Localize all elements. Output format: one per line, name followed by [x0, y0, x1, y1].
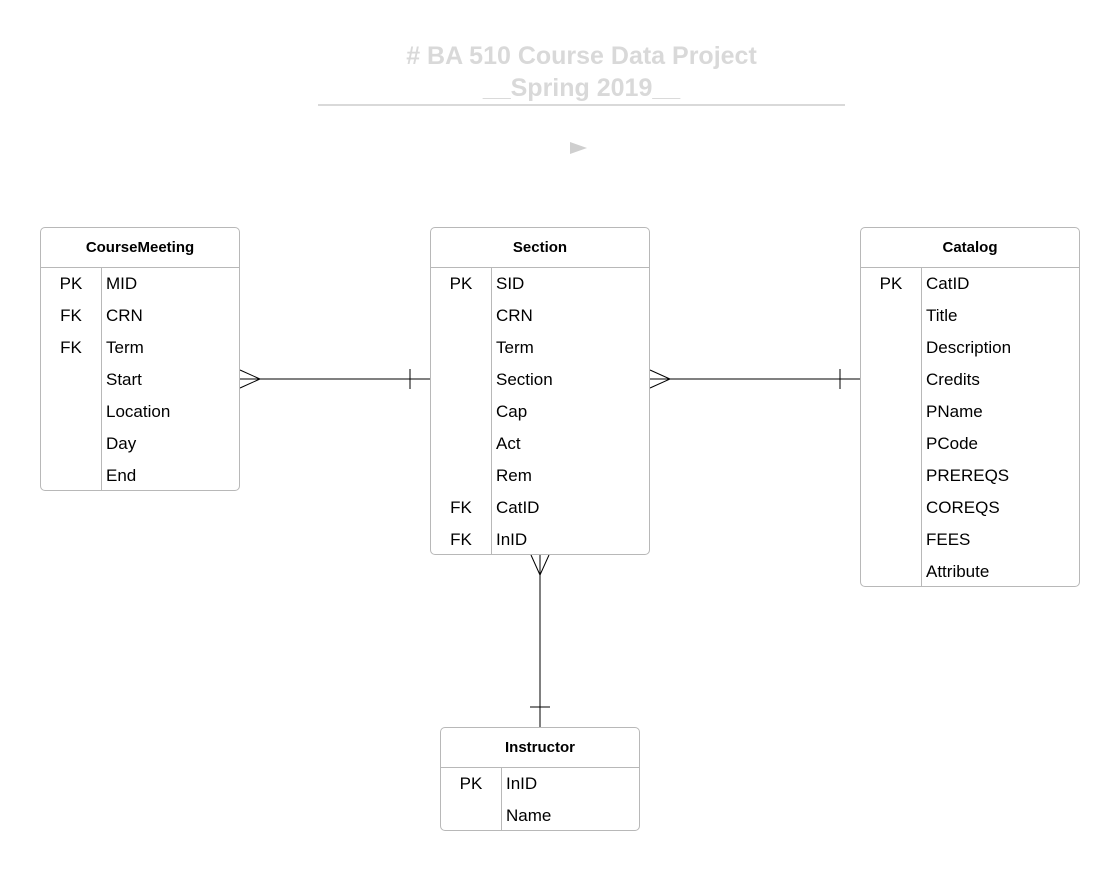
field-name: PCode: [926, 434, 978, 453]
field-name: Attribute: [926, 562, 990, 581]
field-name: MID: [106, 274, 138, 293]
field-name: CatID: [496, 498, 540, 517]
entity-fields: PK InID Name: [441, 768, 639, 830]
field-name: COREQS: [926, 498, 1000, 517]
field-row: Act: [431, 428, 649, 460]
field-row: FEES: [861, 524, 1079, 556]
key-marker: PK: [459, 774, 483, 793]
field-name: FEES: [926, 530, 971, 549]
key-marker: PK: [879, 274, 903, 293]
field-row: PK MID: [41, 268, 239, 300]
field-row: Term: [431, 332, 649, 364]
field-row: Cap: [431, 396, 649, 428]
key-marker: PK: [59, 274, 83, 293]
field-row: End: [41, 460, 239, 490]
field-row: Attribute: [861, 556, 1079, 586]
entity-title: CourseMeeting: [41, 228, 239, 268]
field-name: Title: [926, 306, 958, 325]
field-row: PK InID: [441, 768, 639, 800]
field-row: Description: [861, 332, 1079, 364]
field-name: Name: [506, 806, 552, 825]
field-row: Location: [41, 396, 239, 428]
field-row: PREREQS: [861, 460, 1079, 492]
field-row: PK CatID: [861, 268, 1079, 300]
field-name: Section: [496, 370, 553, 389]
entity-title: Catalog: [861, 228, 1079, 268]
field-row: Start: [41, 364, 239, 396]
key-marker: PK: [449, 274, 473, 293]
entity-instructor[interactable]: Instructor PK InID Name: [440, 727, 640, 831]
field-row: FK InID: [431, 524, 649, 554]
field-row: FK Term: [41, 332, 239, 364]
field-name: Act: [496, 434, 521, 453]
entity-section[interactable]: Section PK SID CRN Term Section Cap Act Rem FK Ca…: [430, 227, 650, 555]
field-name: Credits: [926, 370, 980, 389]
field-name: Rem: [496, 466, 532, 485]
field-name: Start: [106, 370, 142, 389]
field-name: PName: [926, 402, 983, 421]
field-row: Credits: [861, 364, 1079, 396]
key-marker: FK: [60, 338, 82, 357]
field-row: FK CatID: [431, 492, 649, 524]
key-marker: FK: [60, 306, 82, 325]
field-name: CatID: [926, 274, 970, 293]
field-name: Day: [106, 434, 137, 453]
field-name: CRN: [106, 306, 143, 325]
entity-title: Instructor: [441, 728, 639, 768]
field-name: SID: [496, 274, 525, 293]
field-row: COREQS: [861, 492, 1079, 524]
field-row: Title: [861, 300, 1079, 332]
field-name: Term: [496, 338, 534, 357]
connector-coursemeeting-section: [239, 369, 430, 389]
field-name: End: [106, 466, 137, 485]
field-name: Location: [106, 402, 171, 421]
field-row: CRN: [431, 300, 649, 332]
entity-fields: PK SID CRN Term Section Cap Act Rem FK CatID FK InI…: [431, 268, 649, 554]
connector-section-instructor: [530, 554, 550, 727]
field-name: CRN: [496, 306, 533, 325]
field-row: PName: [861, 396, 1079, 428]
key-marker: FK: [450, 498, 472, 517]
field-name: InID: [496, 530, 528, 549]
key-marker: FK: [450, 530, 472, 549]
field-name: Cap: [496, 402, 528, 421]
entity-coursemeeting[interactable]: CourseMeeting PK MID FK CRN FK Term Start Locat…: [40, 227, 240, 491]
entity-catalog[interactable]: Catalog PK CatID Title Description Credits PN…: [860, 227, 1080, 587]
entity-fields: PK MID FK CRN FK Term Start Location Day End: [41, 268, 239, 490]
field-name: PREREQS: [926, 466, 1010, 485]
field-row: Section: [431, 364, 649, 396]
entity-title: Section: [431, 228, 649, 268]
field-row: Day: [41, 428, 239, 460]
field-row: Rem: [431, 460, 649, 492]
field-row: Name: [441, 800, 639, 830]
field-row: FK CRN: [41, 300, 239, 332]
field-row: PCode: [861, 428, 1079, 460]
field-name: Description: [926, 338, 1012, 357]
field-name: Term: [106, 338, 144, 357]
field-name: InID: [506, 774, 538, 793]
entity-fields: PK CatID Title Description Credits PName PCode…: [861, 268, 1079, 586]
field-row: PK SID: [431, 268, 649, 300]
connector-section-catalog: [649, 369, 860, 389]
